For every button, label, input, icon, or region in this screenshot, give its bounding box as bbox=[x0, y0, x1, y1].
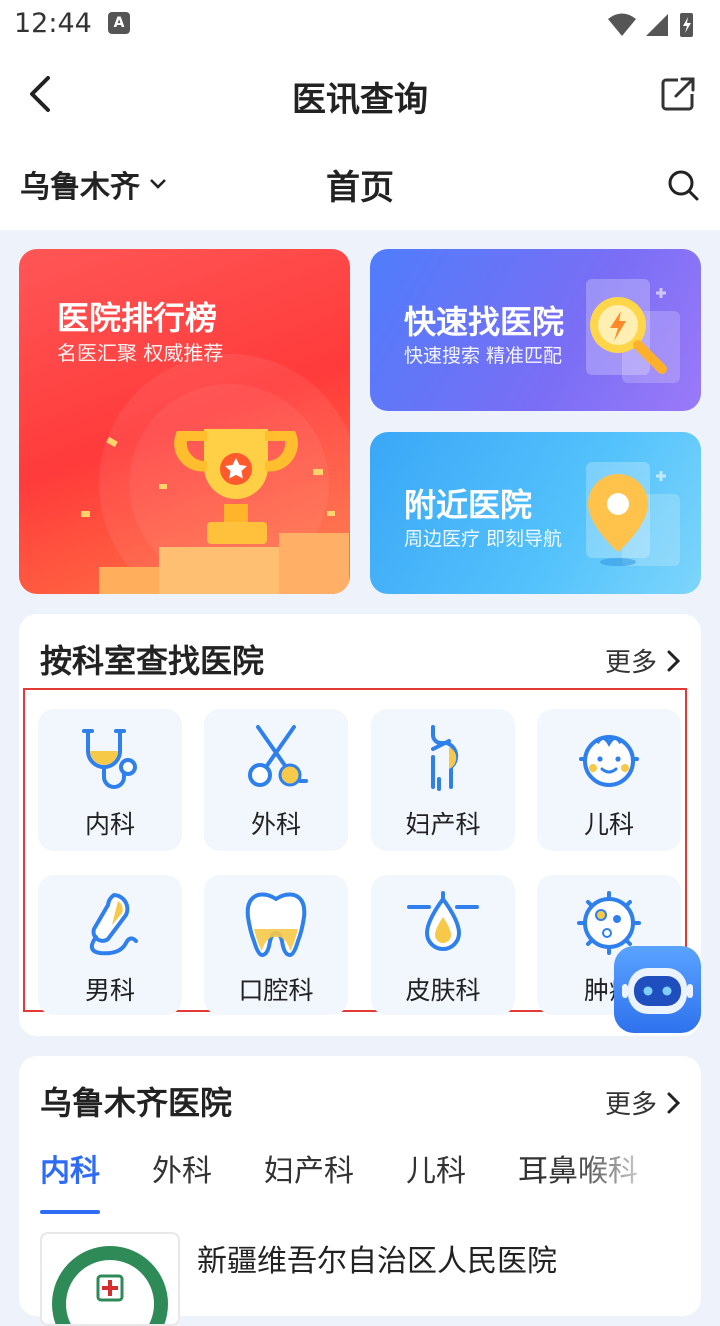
dept-label: 妇产科 bbox=[405, 810, 481, 839]
city-selector[interactable]: 乌鲁木齐 bbox=[20, 162, 168, 206]
dept-label: 口腔科 bbox=[238, 976, 314, 1005]
status-icons bbox=[606, 10, 706, 44]
ai-assistant-button[interactable] bbox=[614, 946, 701, 1033]
hospital-logo bbox=[40, 1232, 180, 1326]
city-section-title: 乌鲁木齐医院 bbox=[40, 1084, 233, 1122]
notification-icon: A bbox=[108, 12, 130, 34]
male-icon bbox=[89, 892, 138, 956]
dept-dermatology[interactable]: 皮肤科 bbox=[371, 875, 515, 1015]
pregnant-icon bbox=[431, 725, 459, 791]
nearby-title: 附近医院 bbox=[404, 486, 533, 524]
stethoscope-icon bbox=[82, 729, 137, 789]
department-section: 按科室查找医院 更多 内科 外科 妇产科 儿科 男科 口腔科 皮肤科 肿瘤 bbox=[19, 614, 701, 1036]
dept-pediatrics[interactable]: 儿科 bbox=[537, 709, 681, 851]
hospital-name[interactable]: 新疆维吾尔自治区人民医院 bbox=[197, 1236, 557, 1280]
tab-obstetrics[interactable]: 妇产科 bbox=[264, 1146, 354, 1206]
share-button[interactable] bbox=[658, 72, 698, 116]
share-icon bbox=[661, 77, 695, 111]
department-more-link[interactable]: 更多 bbox=[605, 642, 681, 679]
dept-surgery[interactable]: 外科 bbox=[204, 709, 348, 851]
chevron-down-icon bbox=[150, 179, 166, 189]
chevron-right-icon bbox=[667, 650, 681, 671]
nearby-hospital-card[interactable]: 附近医院 周边医疗 即刻导航 bbox=[370, 432, 701, 594]
dept-obstetrics[interactable]: 妇产科 bbox=[371, 709, 515, 851]
city-more-link[interactable]: 更多 bbox=[605, 1084, 681, 1121]
baby-icon bbox=[579, 735, 639, 787]
page-title: 医讯查询 bbox=[292, 80, 428, 120]
quick-find-subtitle: 快速搜索 精准匹配 bbox=[404, 345, 563, 367]
tab-pediatrics[interactable]: 儿科 bbox=[406, 1146, 466, 1206]
hospital-ranking-card[interactable]: 医院排行榜 名医汇聚 权威推荐 bbox=[19, 249, 350, 594]
search-button[interactable] bbox=[666, 168, 700, 202]
status-time: 12:44 bbox=[14, 8, 92, 39]
magnifier-icon bbox=[586, 279, 680, 383]
dept-label: 男科 bbox=[84, 976, 135, 1005]
dept-label: 外科 bbox=[250, 810, 301, 839]
dept-label: 皮肤科 bbox=[405, 976, 481, 1005]
nav-bar: 医讯查询 bbox=[0, 50, 720, 140]
tab-internal-medicine[interactable]: 内科 bbox=[40, 1146, 100, 1214]
skin-icon bbox=[407, 891, 479, 951]
dept-internal-medicine[interactable]: 内科 bbox=[38, 709, 182, 851]
city-label: 乌鲁木齐 bbox=[20, 170, 140, 205]
nearby-subtitle: 周边医疗 即刻导航 bbox=[404, 528, 563, 550]
wifi-icon bbox=[608, 13, 636, 36]
robot-icon bbox=[622, 968, 693, 1014]
quick-find-hospital-card[interactable]: 快速找医院 快速搜索 精准匹配 bbox=[370, 249, 701, 411]
chevron-right-icon bbox=[667, 1092, 681, 1113]
signal-icon bbox=[646, 14, 668, 36]
tab-surgery[interactable]: 外科 bbox=[152, 1146, 212, 1206]
scissors-icon bbox=[248, 725, 308, 787]
trophy-icon bbox=[81, 354, 350, 594]
location-pin-icon bbox=[586, 462, 680, 566]
dept-label: 内科 bbox=[84, 810, 135, 839]
search-icon bbox=[668, 170, 699, 201]
more-label: 更多 bbox=[604, 648, 657, 678]
tabs-fade bbox=[571, 1146, 661, 1196]
dept-stomatology[interactable]: 口腔科 bbox=[204, 875, 348, 1015]
sub-header: 乌鲁木齐 首页 bbox=[0, 140, 720, 230]
dept-andrology[interactable]: 男科 bbox=[38, 875, 182, 1015]
quick-find-title: 快速找医院 bbox=[404, 303, 565, 341]
more-label: 更多 bbox=[604, 1090, 657, 1120]
dept-label: 儿科 bbox=[583, 810, 634, 839]
status-bar: 12:44 A bbox=[0, 0, 720, 50]
city-hospitals-section: 乌鲁木齐医院 更多 内科 外科 妇产科 儿科 耳鼻喉科 新疆维吾尔自治区人民医院 bbox=[19, 1056, 701, 1326]
department-section-title: 按科室查找医院 bbox=[40, 642, 265, 680]
tooth-icon bbox=[245, 892, 307, 958]
